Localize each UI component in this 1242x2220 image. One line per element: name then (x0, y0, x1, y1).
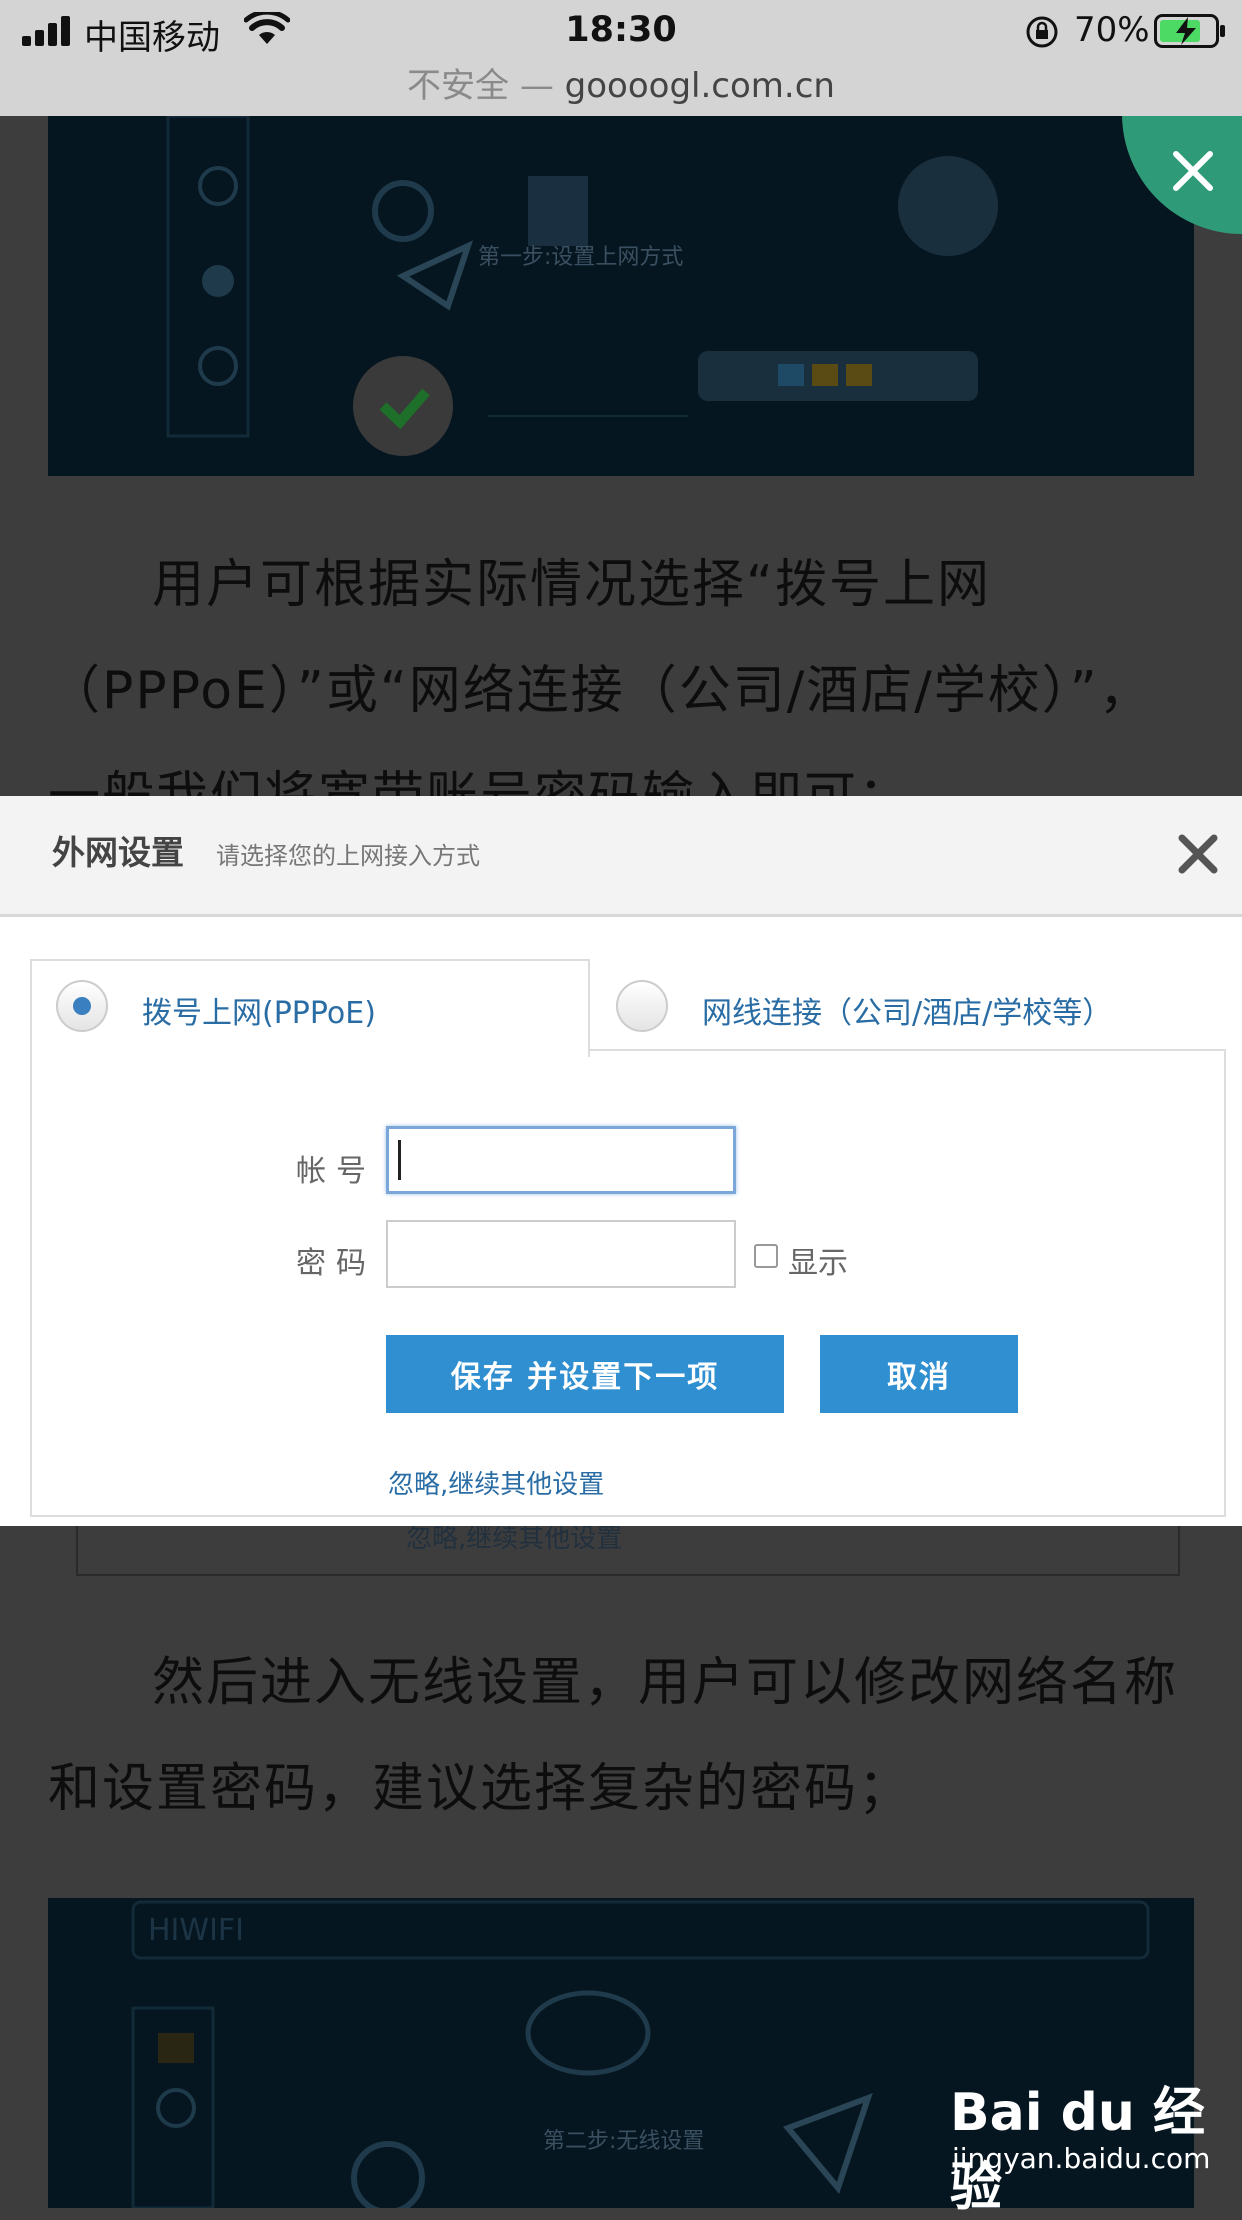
url-separator: — (509, 66, 565, 106)
dialog-close-icon[interactable] (1176, 832, 1220, 876)
article-paragraph-2: 然后进入无线设置，用户可以修改网络名称和设置密码，建议选择复杂的密码； (48, 1653, 1179, 1819)
status-bar: 中国移动 18:30 70% (0, 0, 1242, 62)
dialog-title: 外网设置 (52, 833, 184, 872)
security-warning: 不安全 (407, 66, 510, 106)
orientation-lock-icon (1026, 16, 1058, 48)
watermark-url: jingyan.baidu.com (952, 2142, 1211, 2175)
dialog-header: 外网设置 请选择您的上网接入方式 (0, 796, 1242, 917)
dimmed-frame-edge (76, 1526, 1180, 1576)
svg-text:HIWIFI: HIWIFI (148, 1913, 244, 1948)
article-image-router-step1: 第一步:设置上网方式 (48, 114, 1194, 476)
svg-text:第一步:设置上网方式: 第一步:设置上网方式 (478, 245, 683, 270)
svg-text:第二步:无线设置: 第二步:无线设置 (543, 2129, 704, 2154)
url-bar[interactable]: 不安全 — goooogl.com.cn (0, 58, 1242, 107)
close-icon (1173, 151, 1213, 191)
dialog-subtitle: 请选择您的上网接入方式 (216, 842, 480, 870)
battery-charging-icon (1154, 14, 1225, 48)
network-settings-dialog-image: 外网设置 请选择您的上网接入方式 (0, 796, 1242, 1526)
browser-top-bar: 中国移动 18:30 70% 不安全 — goooogl.com.cn (0, 0, 1242, 116)
url-domain: goooogl.com.cn (564, 66, 835, 106)
baidu-jingyan-watermark: Bai du 经验 jingyan.baidu.com (950, 2070, 1242, 2220)
battery-percent: 70% (1074, 10, 1150, 50)
router-illustration: 第一步:设置上网方式 (166, 114, 998, 456)
